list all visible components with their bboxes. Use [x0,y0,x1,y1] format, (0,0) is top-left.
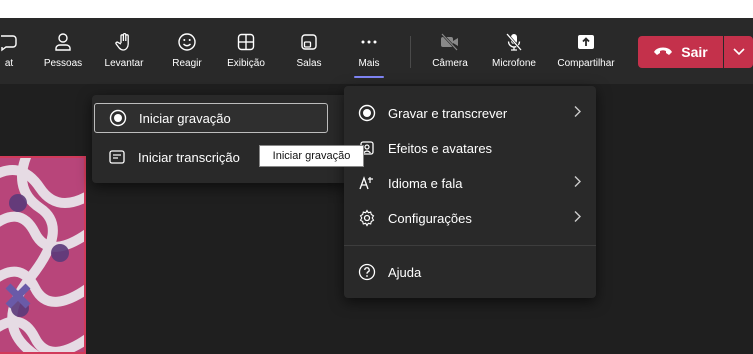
effects-avatars-item[interactable]: Efeitos e avatares [358,134,596,162]
chat-label: at [4,58,14,69]
start-recording-label: Iniciar gravação [139,110,231,126]
more-menu: Gravar e transcrever Efeitos e avatares … [344,86,596,298]
camera-button[interactable]: Câmera [426,18,474,84]
view-label: Exibição [227,58,265,69]
share-button[interactable]: Compartilhar [549,18,623,84]
share-label: Compartilhar [557,58,615,69]
chevron-right-icon [574,176,582,191]
record-transcribe-label: Gravar e transcrever [388,105,508,121]
settings-item[interactable]: Configurações [358,204,596,232]
settings-label: Configurações [388,210,472,226]
tile-pattern-image [0,158,84,352]
active-indicator [354,76,384,78]
gear-icon [358,209,376,227]
microphone-button[interactable]: Microfone [485,18,543,84]
leave-dropdown-button[interactable] [724,36,753,68]
language-icon [358,174,376,192]
toolbar-separator [410,36,411,68]
language-speech-label: Idioma e fala [388,175,463,191]
help-label: Ajuda [388,264,422,280]
chat-button[interactable]: at [0,18,24,84]
transcript-icon [108,148,126,166]
people-label: Pessoas [43,58,83,69]
raise-hand-label: Levantar [104,58,144,69]
share-icon [576,31,596,53]
leave-button[interactable]: Sair [638,36,723,68]
mic-off-icon [504,31,524,53]
people-icon [53,31,73,53]
view-button[interactable]: Exibição [223,18,269,84]
participant-video-tile [0,156,86,354]
leave-label: Sair [681,44,708,60]
more-label: Mais [358,58,380,69]
microphone-label: Microfone [492,58,536,69]
react-button[interactable]: Reagir [167,18,207,84]
rooms-icon [299,31,319,53]
rooms-button[interactable]: Salas [293,18,325,84]
record-transcribe-item[interactable]: Gravar e transcrever [358,99,596,127]
start-transcription-label: Iniciar transcrição [138,149,240,165]
chevron-right-icon [574,106,582,121]
chat-icon [0,31,19,53]
raise-hand-icon [114,31,134,53]
react-label: Reagir [172,58,202,69]
chevron-right-icon [574,211,582,226]
effects-avatars-label: Efeitos e avatares [388,140,493,156]
language-speech-item[interactable]: Idioma e fala [358,169,596,197]
chevron-down-icon [732,43,745,61]
help-item[interactable]: Ajuda [358,258,596,286]
raise-hand-button[interactable]: Levantar [99,18,149,84]
title-strip [0,0,753,18]
camera-label: Câmera [432,58,468,69]
start-recording-item[interactable]: Iniciar gravação [94,103,328,133]
start-transcription-item[interactable]: Iniciar transcrição [108,143,240,171]
phone-hangup-icon [653,44,673,60]
smiley-icon [177,31,197,53]
help-icon [358,263,376,281]
tooltip: Iniciar gravação [259,145,364,167]
camera-off-icon [439,31,461,53]
record-icon [358,104,376,122]
people-button[interactable]: Pessoas [40,18,86,84]
record-icon [109,109,127,127]
more-dots-icon [359,31,379,53]
more-button[interactable]: Mais [353,18,385,84]
grid-view-icon [236,31,256,53]
rooms-label: Salas [296,58,322,69]
menu-divider [344,245,596,246]
recording-submenu: Iniciar gravação Iniciar transcrição [92,95,348,183]
